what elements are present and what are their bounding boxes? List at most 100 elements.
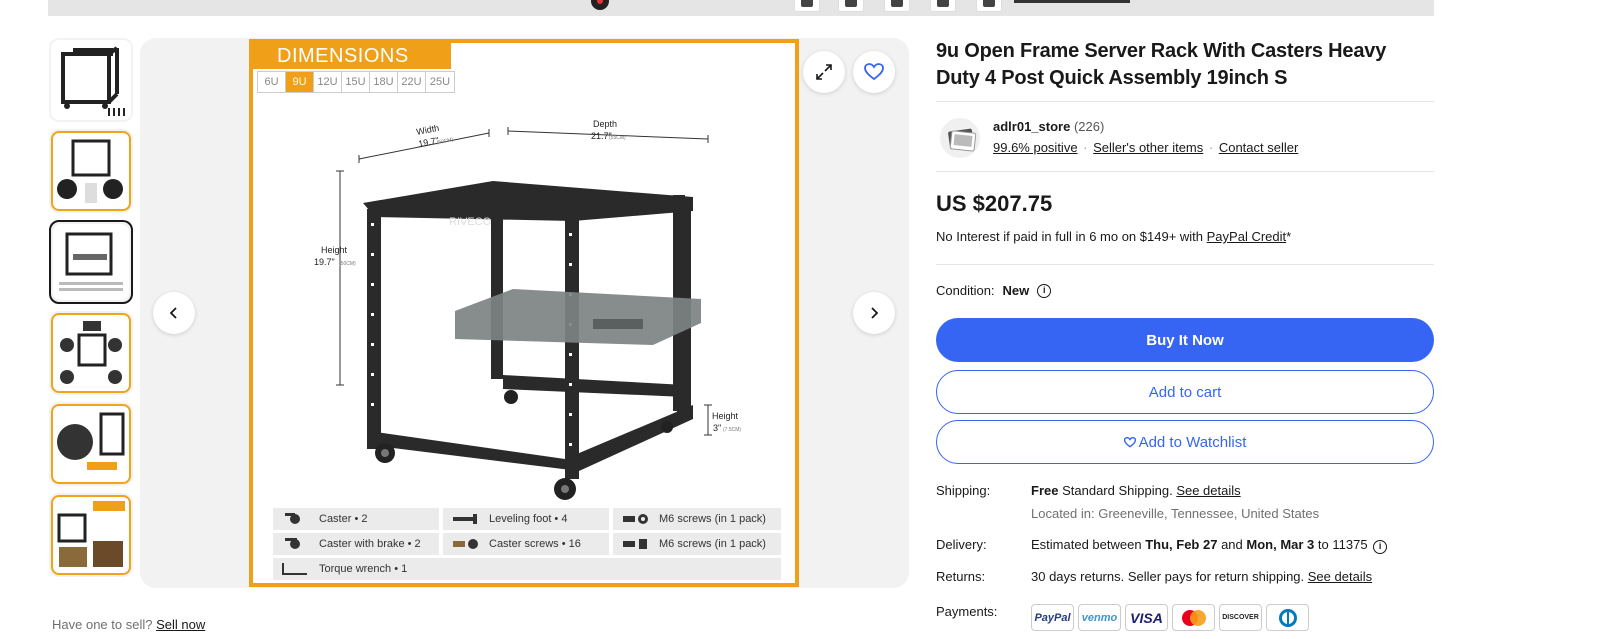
discover-icon: DISCOVER [1219, 604, 1262, 631]
feedback-count: (226) [1073, 119, 1105, 134]
depth-label: Depth [593, 119, 617, 129]
brand-label: RIVECO [449, 216, 492, 228]
item-location: Located in: Greeneville, Tennessee, Unit… [1031, 506, 1320, 521]
brand-logo-icon [591, 0, 609, 10]
size-option: 15U [342, 72, 370, 92]
diners-club-icon [1266, 604, 1309, 631]
related-thumb-icon[interactable] [838, 0, 864, 12]
header-link[interactable] [1014, 0, 1130, 3]
heart-icon [864, 63, 884, 81]
related-thumb-icon[interactable] [976, 0, 1002, 12]
visa-icon: VISA [1125, 604, 1168, 631]
caster-height-label: Height [712, 411, 739, 421]
expand-image-button[interactable] [803, 51, 845, 93]
thumbnail-2[interactable] [49, 129, 133, 213]
seller-avatar[interactable] [940, 118, 980, 158]
size-selector: 6U 9U 12U 15U 18U 22U 25U [257, 71, 455, 93]
caster-screw-icon [453, 539, 478, 549]
caster-brake-icon [285, 538, 300, 549]
item-details: 9u Open Frame Server Rack With Casters H… [936, 38, 1434, 631]
part-item: Leveling foot • 4 [443, 508, 609, 530]
thumbnail-4[interactable] [49, 311, 133, 395]
divider [936, 101, 1434, 102]
height-value: 19.7" [314, 257, 335, 267]
caster-icon [285, 513, 300, 524]
shipping-details-link[interactable]: See details [1176, 483, 1240, 498]
thumbnail-image [51, 40, 131, 120]
leveling-foot-icon [453, 514, 477, 524]
thumbnail-image [51, 404, 131, 484]
item-price: US $207.75 [936, 191, 1053, 216]
depth-metric: (55CM) [609, 135, 626, 141]
item-title: 9u Open Frame Server Rack With Casters H… [936, 40, 1387, 89]
size-option-selected: 9U [286, 72, 314, 92]
product-image: DIMENSIONS 6U 9U 12U 15U 18U 22U 25U Wid… [249, 39, 799, 587]
next-image-button[interactable] [853, 292, 895, 334]
thumbnail-image [51, 495, 131, 575]
add-to-cart-button[interactable]: Add to cart [936, 370, 1434, 414]
part-item: Caster screws • 16 [443, 533, 609, 555]
seller-name: adlr01_store (226) [993, 119, 1104, 134]
expand-icon [816, 64, 832, 80]
buy-it-now-button[interactable]: Buy It Now [936, 318, 1434, 362]
thumbnail-5[interactable] [49, 402, 133, 486]
size-option: 6U [258, 72, 286, 92]
contact-seller-link[interactable]: Contact seller [1219, 140, 1298, 155]
positive-feedback-link[interactable]: 99.6% positive [993, 140, 1078, 155]
seller-name-link[interactable]: adlr01_store [993, 119, 1070, 134]
size-option: 25U [429, 76, 451, 88]
width-metric: (50CM) [436, 137, 454, 146]
thumbnail-6[interactable] [49, 493, 133, 577]
chevron-left-icon [169, 307, 177, 319]
paypal-icon: PayPal [1031, 604, 1074, 631]
thumbnail-image [53, 224, 129, 300]
watchlist-heart-button[interactable] [853, 51, 895, 93]
size-option: 18U [370, 72, 398, 92]
part-item: M6 screws (in 1 pack) [613, 508, 781, 530]
sell-prompt: Have one to sell? Sell now [52, 617, 206, 632]
thumbnail-image [51, 131, 131, 211]
related-thumb-icon[interactable] [930, 0, 956, 12]
top-strip [48, 0, 1434, 16]
part-item: Caster • 2 [273, 508, 439, 530]
height-metric: (50CM) [339, 261, 356, 267]
sell-now-link[interactable]: Sell now [156, 617, 205, 632]
mastercard-icon [1172, 604, 1215, 631]
thumbnail-1[interactable] [49, 38, 133, 122]
rack-illustration: Width 19.7" (50CM) Depth 21.7" (55CM) He… [314, 119, 741, 500]
related-thumb-icon[interactable] [794, 0, 820, 12]
store-image-icon [948, 128, 977, 152]
thumbnail-3[interactable] [49, 220, 133, 304]
returns-details-link[interactable]: See details [1308, 569, 1372, 584]
credit-offer: No Interest if paid in full in 6 mo on $… [936, 229, 1292, 244]
part-item: M6 screws (in 1 pack) [613, 533, 781, 555]
heart-icon [1123, 436, 1136, 448]
info-icon[interactable]: i [1037, 283, 1052, 298]
previous-image-button[interactable] [153, 292, 195, 334]
add-to-watchlist-button[interactable]: Add to Watchlist [936, 420, 1434, 464]
seller-other-items-link[interactable]: Seller's other items [1093, 140, 1203, 155]
divider [936, 171, 1434, 172]
part-item: Caster with brake • 2 [273, 533, 439, 555]
wrench-icon [282, 563, 307, 575]
chevron-right-icon [871, 307, 879, 319]
info-icon[interactable]: i [1373, 539, 1388, 554]
screw-icon [623, 514, 648, 524]
screw-icon [623, 539, 647, 549]
image-viewer[interactable]: DIMENSIONS 6U 9U 12U 15U 18U 22U 25U Wid… [140, 38, 909, 588]
part-item: Torque wrench • 1 [273, 558, 781, 580]
condition-row: Condition: New i [936, 283, 1052, 298]
payment-methods: PayPal venmo VISA DISCOVER [1031, 604, 1309, 631]
paypal-credit-link[interactable]: PayPal Credit [1207, 229, 1286, 244]
related-thumb-icon[interactable] [884, 0, 910, 12]
size-option: 22U [398, 72, 426, 92]
caster-height-value: 3" [713, 423, 721, 433]
condition-value: New [1002, 283, 1030, 298]
divider [936, 264, 1434, 265]
venmo-icon: venmo [1078, 604, 1121, 631]
thumbnail-image [51, 313, 131, 393]
height-label: Height [321, 245, 348, 255]
caster-height-metric: (7.5CM) [723, 427, 741, 433]
seller-links: 99.6% positive · Seller's other items · … [993, 140, 1299, 155]
size-option: 12U [314, 72, 342, 92]
